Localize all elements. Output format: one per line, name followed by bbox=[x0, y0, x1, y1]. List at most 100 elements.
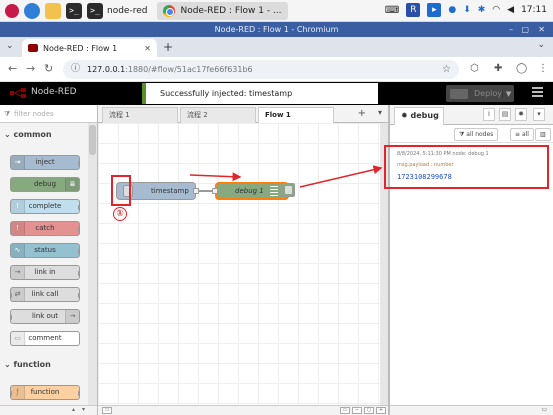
zoom-in-icon[interactable]: + bbox=[376, 407, 386, 414]
debug-list-icon: ≣ bbox=[65, 178, 79, 191]
help-tab-icon[interactable]: ▤ bbox=[499, 108, 511, 121]
window-titlebar: Node-RED : Flow 1 - Chromium – ▢ ✕ bbox=[0, 22, 553, 37]
exclamation-icon: ! bbox=[11, 200, 25, 213]
debug-toolbar: ⧩ all nodes ≡ all ▥ bbox=[390, 125, 553, 143]
filter-all-button[interactable]: ≡ all bbox=[510, 128, 534, 141]
inject-node-label: timestamp bbox=[151, 187, 189, 195]
info-tab-icon[interactable]: i bbox=[483, 108, 495, 121]
browser-tab-nodered[interactable]: Node-RED : Flow 1 ✕ bbox=[22, 39, 157, 57]
clear-messages-button[interactable]: ▥ bbox=[535, 128, 551, 141]
input-port[interactable] bbox=[212, 188, 218, 194]
terminal-task-label[interactable]: node-red bbox=[107, 6, 147, 16]
terminal-launcher-icon[interactable]: >_ bbox=[66, 2, 82, 19]
realvnc-icon[interactable]: R bbox=[406, 3, 421, 17]
minimize-icon[interactable]: – bbox=[509, 22, 513, 37]
bookmark-star-icon[interactable]: ☆ bbox=[442, 60, 451, 79]
collapse-all-icon[interactable]: ▴ bbox=[72, 406, 75, 413]
palette-category-function[interactable]: ⌄ function bbox=[0, 357, 88, 373]
palette-node-function[interactable]: ƒ function bbox=[10, 385, 80, 400]
palette-node-catch[interactable]: ! catch bbox=[10, 221, 80, 236]
navigator-icon[interactable]: ▭ bbox=[340, 407, 350, 414]
download-icon[interactable]: ⬇ bbox=[463, 5, 471, 15]
bug-icon: ✹ bbox=[401, 111, 408, 120]
wifi-icon[interactable]: ◠ bbox=[492, 5, 500, 15]
config-tab-icon[interactable]: ✹ bbox=[515, 108, 527, 121]
terminal-task-icon[interactable]: >_ bbox=[87, 2, 103, 19]
raspberry-menu-icon[interactable] bbox=[5, 3, 19, 18]
extension-icon[interactable]: ⬡ bbox=[470, 63, 479, 74]
debug-node[interactable]: debug 1 bbox=[212, 182, 289, 200]
browser-tab-strip: ⌄ Node-RED : Flow 1 ✕ + ⌄ bbox=[0, 37, 553, 57]
palette-node-link-out[interactable]: link out → bbox=[10, 309, 80, 324]
output-port[interactable] bbox=[193, 188, 199, 194]
extensions-puzzle-icon[interactable]: ✚ bbox=[494, 63, 502, 74]
filter-all-nodes-button[interactable]: ⧩ all nodes bbox=[454, 128, 499, 141]
input-port bbox=[11, 391, 12, 396]
forward-icon[interactable]: → bbox=[26, 62, 35, 75]
sidebar-menu-caret-icon[interactable]: ▾ bbox=[533, 108, 545, 121]
deploy-menu-caret-icon[interactable]: ▼ bbox=[502, 89, 514, 98]
input-port bbox=[11, 183, 12, 188]
url-path: :1880/#flow/51ac17fe66f631b6 bbox=[125, 65, 253, 74]
link-arrow-icon: → bbox=[11, 266, 25, 279]
workspace-tab-bar: 流程 1 流程 2 Flow 1 + ▾ bbox=[98, 105, 388, 124]
url-field[interactable]: ⓘ 127.0.0.1:1880/#flow/51ac17fe66f631b6 … bbox=[63, 60, 459, 79]
browser-menu-icon[interactable]: ⋮ bbox=[538, 63, 548, 74]
palette-node-link-call[interactable]: ⇄ link call bbox=[10, 287, 80, 302]
deploy-button[interactable]: Deploy ▼ bbox=[446, 85, 514, 102]
sidebar-tab-debug[interactable]: ✹ debug bbox=[394, 107, 444, 125]
chromium-task-button[interactable]: Node-RED : Flow 1 - ... bbox=[157, 1, 288, 20]
flow-canvas[interactable]: timestamp debug 1 ① bbox=[98, 123, 388, 405]
volume-icon[interactable]: ◀ bbox=[507, 5, 514, 15]
maximize-icon[interactable]: ▢ bbox=[521, 22, 529, 37]
add-flow-icon[interactable]: + bbox=[358, 108, 366, 119]
filter-icon: ⧩ bbox=[4, 110, 11, 118]
palette-scrollbar[interactable] bbox=[88, 123, 97, 405]
palette-node-link-in[interactable]: → link in bbox=[10, 265, 80, 280]
nodered-logo-icon bbox=[10, 88, 26, 98]
zoom-reset-icon[interactable]: ○ bbox=[364, 407, 374, 414]
zoom-out-icon[interactable]: − bbox=[352, 407, 362, 414]
new-tab-icon[interactable]: + bbox=[163, 40, 173, 54]
info-toggle-icon[interactable]: ▭ bbox=[102, 407, 112, 414]
palette-node-inject[interactable]: ⇥ inject bbox=[10, 155, 80, 170]
expand-all-icon[interactable]: ▾ bbox=[82, 406, 85, 413]
palette-node-status[interactable]: ∿ status bbox=[10, 243, 80, 258]
input-port bbox=[11, 315, 12, 320]
palette-node-comment[interactable]: ▭ comment bbox=[10, 331, 80, 346]
palette-node-complete[interactable]: ! complete bbox=[10, 199, 80, 214]
keyboard-icon[interactable]: ⌨ bbox=[385, 5, 399, 16]
tab-search-icon[interactable]: ⌄ bbox=[6, 41, 14, 51]
palette-category-common[interactable]: ⌄ common bbox=[0, 127, 88, 143]
sidebar-expand-icon[interactable]: ▭ bbox=[541, 406, 547, 413]
close-icon[interactable]: ✕ bbox=[538, 22, 545, 37]
microphone-icon[interactable]: ● bbox=[448, 5, 456, 15]
palette-filter-input[interactable]: ⧩ filter nodes bbox=[0, 105, 97, 123]
reload-icon[interactable]: ↻ bbox=[44, 62, 53, 75]
output-port bbox=[78, 227, 79, 232]
workspace-tab-2[interactable]: 流程 2 bbox=[180, 107, 256, 123]
profile-icon[interactable]: ◯ bbox=[516, 63, 527, 74]
clock[interactable]: 17:11 bbox=[521, 5, 547, 15]
back-icon[interactable]: ← bbox=[8, 62, 17, 75]
browser-launcher-icon[interactable] bbox=[24, 2, 40, 19]
workspace-tab-1[interactable]: 流程 1 bbox=[102, 107, 178, 123]
output-port bbox=[78, 205, 79, 210]
palette-scroll-thumb[interactable] bbox=[89, 125, 96, 155]
debug-toggle-button[interactable] bbox=[282, 183, 295, 197]
vnc-connect-icon[interactable]: ▸ bbox=[427, 3, 442, 17]
bluetooth-icon[interactable]: ✱ bbox=[478, 5, 486, 15]
file-manager-icon[interactable] bbox=[45, 2, 61, 19]
flow-list-caret-icon[interactable]: ▾ bbox=[378, 108, 382, 117]
tab-label: 流程 2 bbox=[187, 111, 208, 119]
link-arrow-icon: → bbox=[65, 310, 79, 323]
main-menu-icon[interactable] bbox=[532, 87, 543, 99]
site-info-icon[interactable]: ⓘ bbox=[71, 60, 80, 79]
tab-close-icon[interactable]: ✕ bbox=[144, 44, 151, 53]
palette-node-label: status bbox=[34, 246, 56, 254]
chromium-task-label: Node-RED : Flow 1 - ... bbox=[180, 5, 282, 16]
function-icon: ƒ bbox=[11, 386, 25, 399]
window-menu-chevron-icon[interactable]: ⌄ bbox=[537, 40, 545, 50]
palette-node-debug[interactable]: debug ≣ bbox=[10, 177, 80, 192]
workspace-tab-flow1[interactable]: Flow 1 bbox=[258, 107, 334, 124]
